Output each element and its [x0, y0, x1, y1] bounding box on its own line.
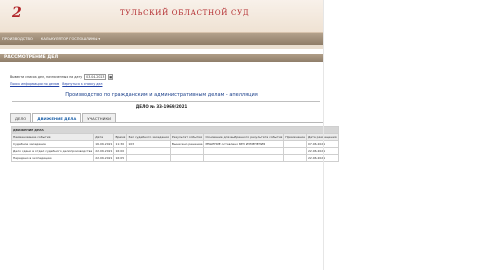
table-cell [169, 147, 205, 155]
table-cell: Передано в экспедицию [10, 154, 95, 162]
page-edge [323, 0, 324, 270]
top-menu: ПРОИЗВОДСТВО КАЛЬКУЛЯТОР ГОСПОШЛИНЫ▾ [0, 33, 323, 45]
menu-item-proceedings[interactable]: ПРОИЗВОДСТВО [2, 37, 33, 41]
table-cell: РЕШЕНИЕ оставлено БЕЗ ИЗМЕНЕНИЯ [203, 140, 285, 148]
case-links: Поиск информации по делам Вернуться к сп… [10, 82, 102, 86]
column-header: Зал судебного заседания [126, 133, 171, 141]
table-cell: 16.06.2021 [93, 140, 115, 148]
chevron-down-icon: ▾ [98, 37, 101, 41]
table-row: Дело сдано в отдел судебного делопроизво… [10, 147, 339, 155]
table-cell [283, 140, 307, 148]
section-bar: РАССМОТРЕНИЕ ДЕЛ [0, 54, 323, 62]
menu-strip [0, 45, 323, 49]
table-header-row: Наименование события Дата Время Зал суде… [10, 133, 339, 141]
table-cell: 16:00 [113, 147, 128, 155]
court-name: ТУЛЬСКИЙ ОБЛАСТНОЙ СУД [120, 9, 250, 17]
column-header: Результат события [169, 133, 205, 141]
search-cases-link[interactable]: Поиск информации по делам [10, 82, 59, 86]
table-cell: Дело сдано в отдел судебного делопроизво… [10, 147, 95, 155]
table-cell [203, 147, 285, 155]
table-cell [169, 154, 205, 162]
table-cell: Судебное заседание [10, 140, 95, 148]
menu-item-fee-calculator-label: КАЛЬКУЛЯТОР ГОСПОШЛИНЫ [40, 37, 98, 41]
table-cell [203, 154, 285, 162]
back-to-list-link[interactable]: Вернуться к списку дел [62, 82, 102, 86]
section-title: РАССМОТРЕНИЕ ДЕЛ [4, 55, 59, 60]
column-header: Основание для выбранного результата собы… [203, 133, 285, 141]
column-header: Наименование события [10, 133, 95, 141]
table-cell: 11:30 [113, 140, 128, 148]
table-cell [126, 147, 171, 155]
divider [12, 101, 320, 102]
table-cell [283, 147, 307, 155]
table-row: Судебное заседание 16.06.2021 11:30 103 … [10, 140, 339, 148]
calendar-icon[interactable]: ▦ [108, 74, 114, 80]
date-filter-label: Вывести список дел, назначенных на дату [10, 75, 83, 79]
tabs-underline [10, 122, 323, 123]
date-filter: Вывести список дел, назначенных на дату … [10, 74, 114, 80]
table-cell: 22.06.2021 [93, 147, 115, 155]
column-header: Примечание [283, 133, 307, 141]
table-caption-row: ДВИЖЕНИЕ ДЕЛА [11, 126, 339, 134]
column-header: Время [113, 133, 128, 141]
table-cell [126, 154, 171, 162]
case-movement-table: ДВИЖЕНИЕ ДЕЛА Наименование события Дата … [10, 126, 339, 162]
court-emblem: 2 [12, 5, 22, 21]
table-cell: 22.06.2021 [93, 154, 115, 162]
table-cell: Вынесено решение [169, 140, 205, 148]
case-number: ДЕЛО № 33-1969/2021 [135, 104, 188, 109]
menu-item-fee-calculator[interactable]: КАЛЬКУЛЯТОР ГОСПОШЛИНЫ▾ [41, 37, 100, 41]
tab-participants[interactable]: УЧАСТНИКИ [82, 113, 116, 122]
table-row: Передано в экспедицию 22.06.2021 16:05 2… [10, 154, 339, 162]
table-cell [283, 154, 307, 162]
tab-case[interactable]: ДЕЛО [10, 113, 32, 122]
date-input[interactable] [84, 74, 107, 80]
column-header: Дата [93, 133, 115, 141]
site-header: 2 ТУЛЬСКИЙ ОБЛАСТНОЙ СУД [0, 0, 323, 33]
table-cell: 103 [126, 140, 171, 148]
proceeding-title: Производство по гражданским и администра… [65, 92, 258, 98]
table-caption: ДВИЖЕНИЕ ДЕЛА [11, 126, 339, 134]
table-cell: 16:05 [113, 154, 128, 162]
